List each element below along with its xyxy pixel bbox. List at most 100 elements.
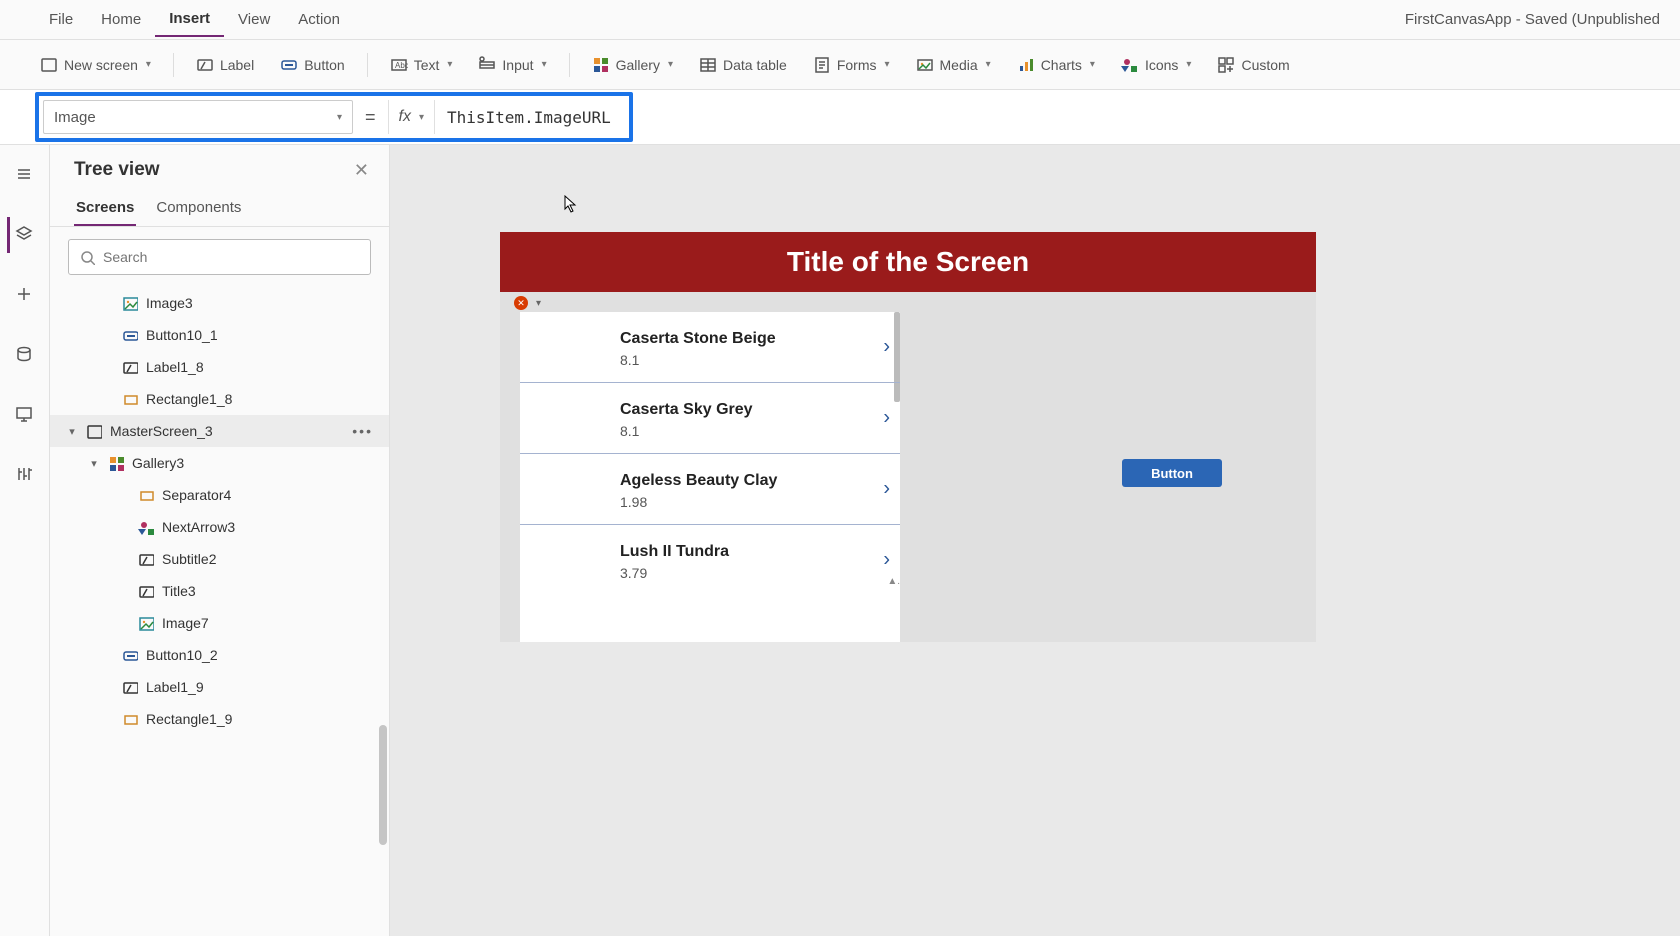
screen-title-bar: Title of the Screen [500, 232, 1316, 292]
tree-item[interactable]: Subtitle2 [50, 543, 389, 575]
media-button[interactable]: Media ▾ [906, 50, 1001, 80]
button-button[interactable]: Button [270, 50, 354, 80]
main: Tree view ✕ Screens Components Image3But… [0, 145, 1680, 936]
label-button[interactable]: Label [186, 50, 264, 80]
more-icon[interactable]: ••• [352, 423, 373, 439]
tree-item[interactable]: NextArrow3 [50, 511, 389, 543]
chevron-down-icon: ▾ [668, 59, 673, 70]
rail-advanced[interactable] [7, 457, 43, 493]
tree-item-label: MasterScreen_3 [110, 423, 213, 439]
tree-item[interactable]: Image3 [50, 287, 389, 319]
tree-title: Tree view [74, 159, 160, 181]
gallery-item-title: Caserta Sky Grey [620, 401, 753, 419]
gallery-item-title: Ageless Beauty Clay [620, 472, 777, 490]
device-frame[interactable]: Title of the Screen ✕ ▾ Caserta Stone Be… [500, 232, 1316, 642]
tree-item[interactable]: Button10_1 [50, 319, 389, 351]
chevron-right-icon[interactable]: › [883, 549, 890, 572]
rect-icon [122, 711, 138, 727]
property-selector[interactable]: Image ▾ [43, 100, 353, 134]
rail-data[interactable] [7, 337, 43, 373]
fx-button[interactable]: fx ▾ [388, 100, 435, 134]
tab-components[interactable]: Components [154, 193, 243, 226]
tree-item[interactable]: Label1_8 [50, 351, 389, 383]
data-table-button[interactable]: Data table [689, 50, 797, 80]
input-icon [478, 56, 496, 74]
scrollbar-thumb[interactable] [379, 725, 387, 845]
monitor-icon [15, 405, 35, 425]
custom-label: Custom [1241, 57, 1289, 73]
menu-file[interactable]: File [35, 3, 87, 36]
gallery-button[interactable]: Gallery ▾ [582, 50, 683, 80]
gallery-item[interactable]: Caserta Sky Grey8.1› [520, 383, 900, 454]
search-input[interactable] [103, 249, 360, 265]
new-screen-button[interactable]: New screen ▾ [30, 50, 161, 80]
gallery-item-text: Ageless Beauty Clay1.98 [620, 472, 777, 510]
gallery-item[interactable]: Lush II Tundra3.79›▲. [520, 525, 900, 595]
tab-screens[interactable]: Screens [74, 193, 136, 226]
error-indicator[interactable]: ✕ ▾ [500, 292, 1316, 312]
chevron-down-icon: ▾ [1186, 59, 1191, 70]
tree-item[interactable]: ▾MasterScreen_3••• [50, 415, 389, 447]
tree-item[interactable]: Rectangle1_8 [50, 383, 389, 415]
chevron-down-icon: ▾ [986, 59, 991, 70]
rail-insert[interactable] [7, 277, 43, 313]
gallery-item-title: Lush II Tundra [620, 543, 729, 561]
close-icon[interactable]: ✕ [354, 160, 369, 181]
equals-sign: = [365, 107, 376, 128]
rail-media[interactable] [7, 397, 43, 433]
chevron-down-icon: ▾ [1090, 59, 1095, 70]
menu-home[interactable]: Home [87, 3, 155, 36]
text-button[interactable]: Text ▾ [380, 50, 463, 80]
text-label: Text [414, 57, 440, 73]
tree-item[interactable]: Button10_2 [50, 639, 389, 671]
property-value: Image [54, 109, 96, 126]
gallery-label: Gallery [616, 57, 660, 73]
sliders-icon [15, 465, 35, 485]
tree-item[interactable]: ▾Gallery3 [50, 447, 389, 479]
gallery-item-subtitle: 8.1 [620, 352, 776, 368]
left-rail [0, 145, 50, 936]
menu-view[interactable]: View [224, 3, 284, 36]
formula-input[interactable]: ThisItem.ImageURL [435, 100, 623, 134]
tree-item-label: Separator4 [162, 487, 231, 503]
tree-search[interactable] [68, 239, 371, 275]
separator [173, 53, 174, 77]
database-icon [15, 345, 35, 365]
menu-action[interactable]: Action [284, 3, 354, 36]
chevron-right-icon[interactable]: › [883, 336, 890, 359]
gallery-icon [108, 455, 124, 471]
canvas-button[interactable]: Button [1122, 459, 1222, 487]
chevron-right-icon[interactable]: › [883, 478, 890, 501]
new-screen-label: New screen [64, 57, 138, 73]
tree-item-label: Label1_9 [146, 679, 204, 695]
custom-button[interactable]: Custom [1207, 50, 1299, 80]
chevron-right-icon[interactable]: › [883, 407, 890, 430]
button-icon [122, 647, 138, 663]
label-icon [138, 551, 154, 567]
label-icon [122, 359, 138, 375]
tree-item-label: Subtitle2 [162, 551, 216, 567]
gallery-item[interactable]: Caserta Stone Beige8.1› [520, 312, 900, 383]
input-button[interactable]: Input ▾ [468, 50, 556, 80]
rail-tree-view[interactable] [7, 217, 43, 253]
gallery-item[interactable]: Ageless Beauty Clay1.98 › [520, 454, 900, 525]
media-icon [916, 56, 934, 74]
charts-label: Charts [1041, 57, 1082, 73]
rail-hamburger[interactable] [7, 157, 43, 193]
tree-list: Image3Button10_1Label1_8Rectangle1_8▾Mas… [50, 287, 389, 928]
chevron-down-icon: ▾ [884, 59, 889, 70]
tree-item[interactable]: Label1_9 [50, 671, 389, 703]
charts-button[interactable]: Charts ▾ [1007, 50, 1105, 80]
gallery-control[interactable]: Caserta Stone Beige8.1›Caserta Sky Grey8… [520, 312, 900, 642]
tree-item[interactable]: Separator4 [50, 479, 389, 511]
tree-item[interactable]: Title3 [50, 575, 389, 607]
tree-item-label: Rectangle1_9 [146, 711, 232, 727]
tree-item[interactable]: Rectangle1_9 [50, 703, 389, 735]
tree-item[interactable]: Image7 [50, 607, 389, 639]
forms-button[interactable]: Forms ▾ [803, 50, 900, 80]
error-icon: ✕ [514, 296, 528, 310]
icons-button[interactable]: Icons ▾ [1111, 50, 1202, 80]
image-icon [122, 295, 138, 311]
broken-image-icon: ▲. [887, 576, 900, 587]
menu-insert[interactable]: Insert [155, 2, 224, 37]
